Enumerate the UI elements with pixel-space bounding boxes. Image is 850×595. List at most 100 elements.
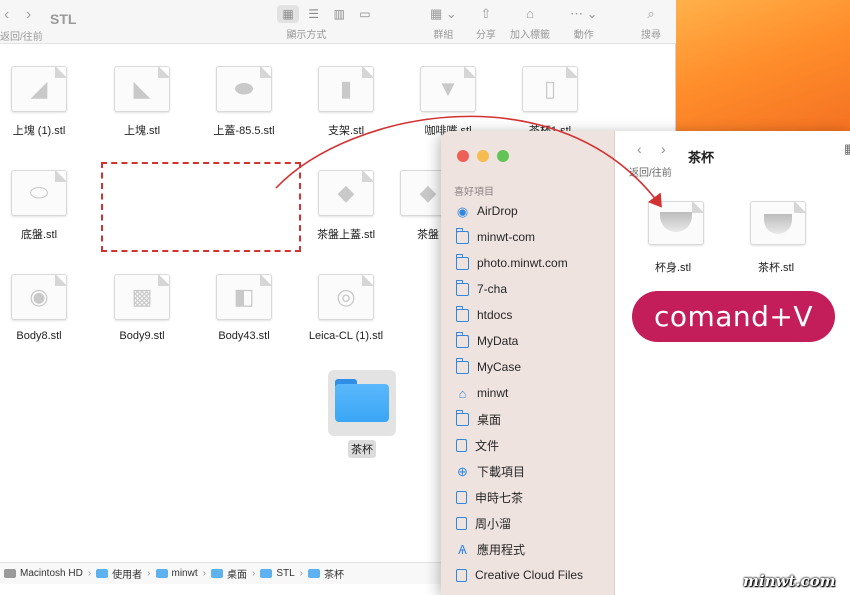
- sidebar-item-airdrop[interactable]: ◉ AirDrop: [456, 200, 518, 222]
- stl-file-icon: ◎: [318, 274, 374, 320]
- applications-icon: Ѧ: [458, 541, 467, 557]
- path-crumb[interactable]: minwt: [155, 568, 198, 579]
- file-item[interactable]: ▼ 咖啡嘴.stl: [398, 66, 498, 138]
- sidebar-item-mycase[interactable]: MyCase: [455, 356, 521, 378]
- folder-label: 茶杯: [348, 440, 376, 458]
- path-crumb[interactable]: STL: [260, 568, 295, 579]
- back-forward-label: 返回/往前: [0, 32, 43, 43]
- sidebar-item-applications[interactable]: Ѧ 應用程式: [456, 538, 525, 560]
- home-icon: [155, 569, 168, 578]
- sidebar-item-7-cha[interactable]: 7-cha: [455, 278, 507, 300]
- file-item[interactable]: ▯ 茶杯1.stl: [500, 66, 600, 138]
- stl-file-icon: ⬭: [11, 170, 67, 216]
- file-item[interactable]: ◧ Body43.stl: [194, 274, 294, 342]
- folder-icon: [308, 569, 320, 578]
- airdrop-icon: ◉: [456, 203, 469, 219]
- file-item[interactable]: ◣ 上塊.stl: [92, 66, 192, 138]
- folder-item-selected[interactable]: [328, 370, 396, 436]
- stl-file-icon: ▯: [522, 66, 578, 112]
- sidebar-item-desktop[interactable]: 桌面: [455, 408, 501, 430]
- search-icon: ⌕: [647, 6, 655, 21]
- view-mode-icon[interactable]: ▦: [844, 141, 850, 157]
- home-icon: ⌂: [458, 385, 467, 401]
- sidebar-item-creative-cloud[interactable]: Creative Cloud Files: [456, 564, 583, 586]
- file-item[interactable]: ◎ Leica-CL (1).stl: [296, 274, 396, 342]
- forward-chevron-icon[interactable]: ›: [661, 141, 666, 157]
- stl-file-icon[interactable]: [648, 201, 704, 245]
- folder-icon: [260, 569, 273, 578]
- stl-file-icon: ▩: [114, 274, 170, 320]
- file-name: 杯身.stl: [655, 262, 692, 274]
- file-item[interactable]: ◢ 上塊 (1).stl: [0, 66, 89, 138]
- cut-files-placeholder: [101, 162, 301, 252]
- path-crumb[interactable]: 使用者: [96, 566, 142, 581]
- sidebar-item-shenshi[interactable]: 申時七茶: [456, 486, 523, 508]
- folder-icon: [210, 569, 223, 578]
- document-icon: [456, 490, 467, 504]
- path-crumb[interactable]: Macintosh HD: [4, 568, 83, 579]
- zoom-button[interactable]: [497, 150, 509, 162]
- tag-icon: ⌂: [526, 6, 534, 21]
- file-item[interactable]: ▮ 支架.stl: [296, 66, 396, 138]
- sidebar-item-downloads[interactable]: ⊕ 下載項目: [456, 460, 525, 482]
- stl-file-icon[interactable]: [750, 201, 806, 245]
- forward-chevron-icon[interactable]: ›: [26, 6, 31, 24]
- sidebar-item-minwt-com[interactable]: minwt-com: [455, 226, 535, 248]
- file-item[interactable]: ⬬ 上蓋-85.5.stl: [194, 66, 294, 138]
- column-view-button[interactable]: ▥: [328, 5, 350, 23]
- sidebar-item-mydata[interactable]: MyData: [455, 330, 518, 352]
- chevron-right-icon: ›: [299, 568, 303, 579]
- hard-disk-icon: [4, 569, 16, 578]
- icon-view-button[interactable]: ▦: [277, 5, 299, 23]
- finder-toolbar: ‹ › STL 返回/往前 ▦ ☰ ▥ ▭ 顯示方式 ▦ ⌄ 群組 ⇧ 分享 ⌂…: [0, 0, 676, 44]
- search-button[interactable]: ⌕ 搜尋: [641, 5, 661, 41]
- stl-file-icon: ◆: [318, 170, 374, 216]
- chevron-right-icon: ›: [87, 568, 92, 579]
- document-icon: [456, 516, 467, 530]
- path-crumb[interactable]: 桌面: [210, 566, 247, 581]
- folder-icon: [455, 305, 469, 322]
- back-chevron-icon[interactable]: ‹: [637, 141, 642, 157]
- folder-icon: [455, 357, 469, 374]
- folder-icon: [455, 279, 469, 296]
- sidebar-item-minwt[interactable]: ⌂ minwt: [456, 382, 509, 404]
- chevron-right-icon: ›: [251, 568, 256, 579]
- close-button[interactable]: [457, 150, 469, 162]
- view-mode-group: ▦ ☰ ▥ ▭ 顯示方式: [277, 5, 376, 41]
- chevron-right-icon: ›: [147, 568, 151, 579]
- folder-icon: [96, 569, 109, 578]
- watermark: minwt.com: [743, 572, 836, 590]
- shortcut-annotation-badge: comand+V: [632, 291, 835, 342]
- action-button[interactable]: ⋯ ⌄ 動作: [570, 5, 598, 41]
- file-item[interactable]: ▩ Body9.stl: [92, 274, 192, 342]
- stl-file-icon: ⬬: [216, 66, 272, 112]
- sidebar-section-favorites: 喜好項目: [454, 187, 494, 198]
- file-item[interactable]: ◉ Body8.stl: [0, 274, 89, 342]
- folder-icon: [335, 379, 389, 423]
- minimize-button[interactable]: [477, 150, 489, 162]
- back-chevron-icon[interactable]: ‹: [4, 6, 9, 24]
- desktop-wallpaper: [676, 0, 850, 140]
- document-icon: [456, 568, 467, 582]
- list-view-button[interactable]: ☰: [303, 5, 325, 23]
- sidebar-item-htdocs[interactable]: htdocs: [455, 304, 512, 326]
- share-button[interactable]: ⇧ 分享: [476, 5, 496, 41]
- group-button[interactable]: ▦ ⌄ 群組: [430, 5, 457, 41]
- stl-file-icon: ◉: [11, 274, 67, 320]
- document-icon: [456, 438, 467, 452]
- share-icon: ⇧: [480, 6, 492, 21]
- add-tag-button[interactable]: ⌂ 加入標籤: [510, 5, 550, 41]
- sidebar: 喜好項目 ◉ AirDrop minwt-com photo.minwt.com…: [441, 131, 615, 595]
- file-item[interactable]: ⬭ 底盤.stl: [0, 170, 89, 242]
- path-crumb[interactable]: 茶杯: [308, 566, 344, 581]
- sidebar-item-zhou[interactable]: 周小溜: [456, 512, 511, 534]
- folder-content: ‹ › 茶杯 返回/往前 ▦ 杯身.stl 茶杯.stl: [615, 131, 850, 595]
- sidebar-item-photo-minwt-com[interactable]: photo.minwt.com: [455, 252, 568, 274]
- finder-window-cups: 喜好項目 ◉ AirDrop minwt-com photo.minwt.com…: [441, 131, 850, 595]
- group-icon: ▦ ⌄: [430, 6, 457, 21]
- file-name: 茶杯.stl: [758, 262, 795, 274]
- chevron-right-icon: ›: [202, 568, 206, 579]
- sidebar-item-documents[interactable]: 文件: [456, 434, 499, 456]
- gallery-view-button[interactable]: ▭: [354, 5, 376, 23]
- action-icon: ⋯ ⌄: [570, 6, 598, 21]
